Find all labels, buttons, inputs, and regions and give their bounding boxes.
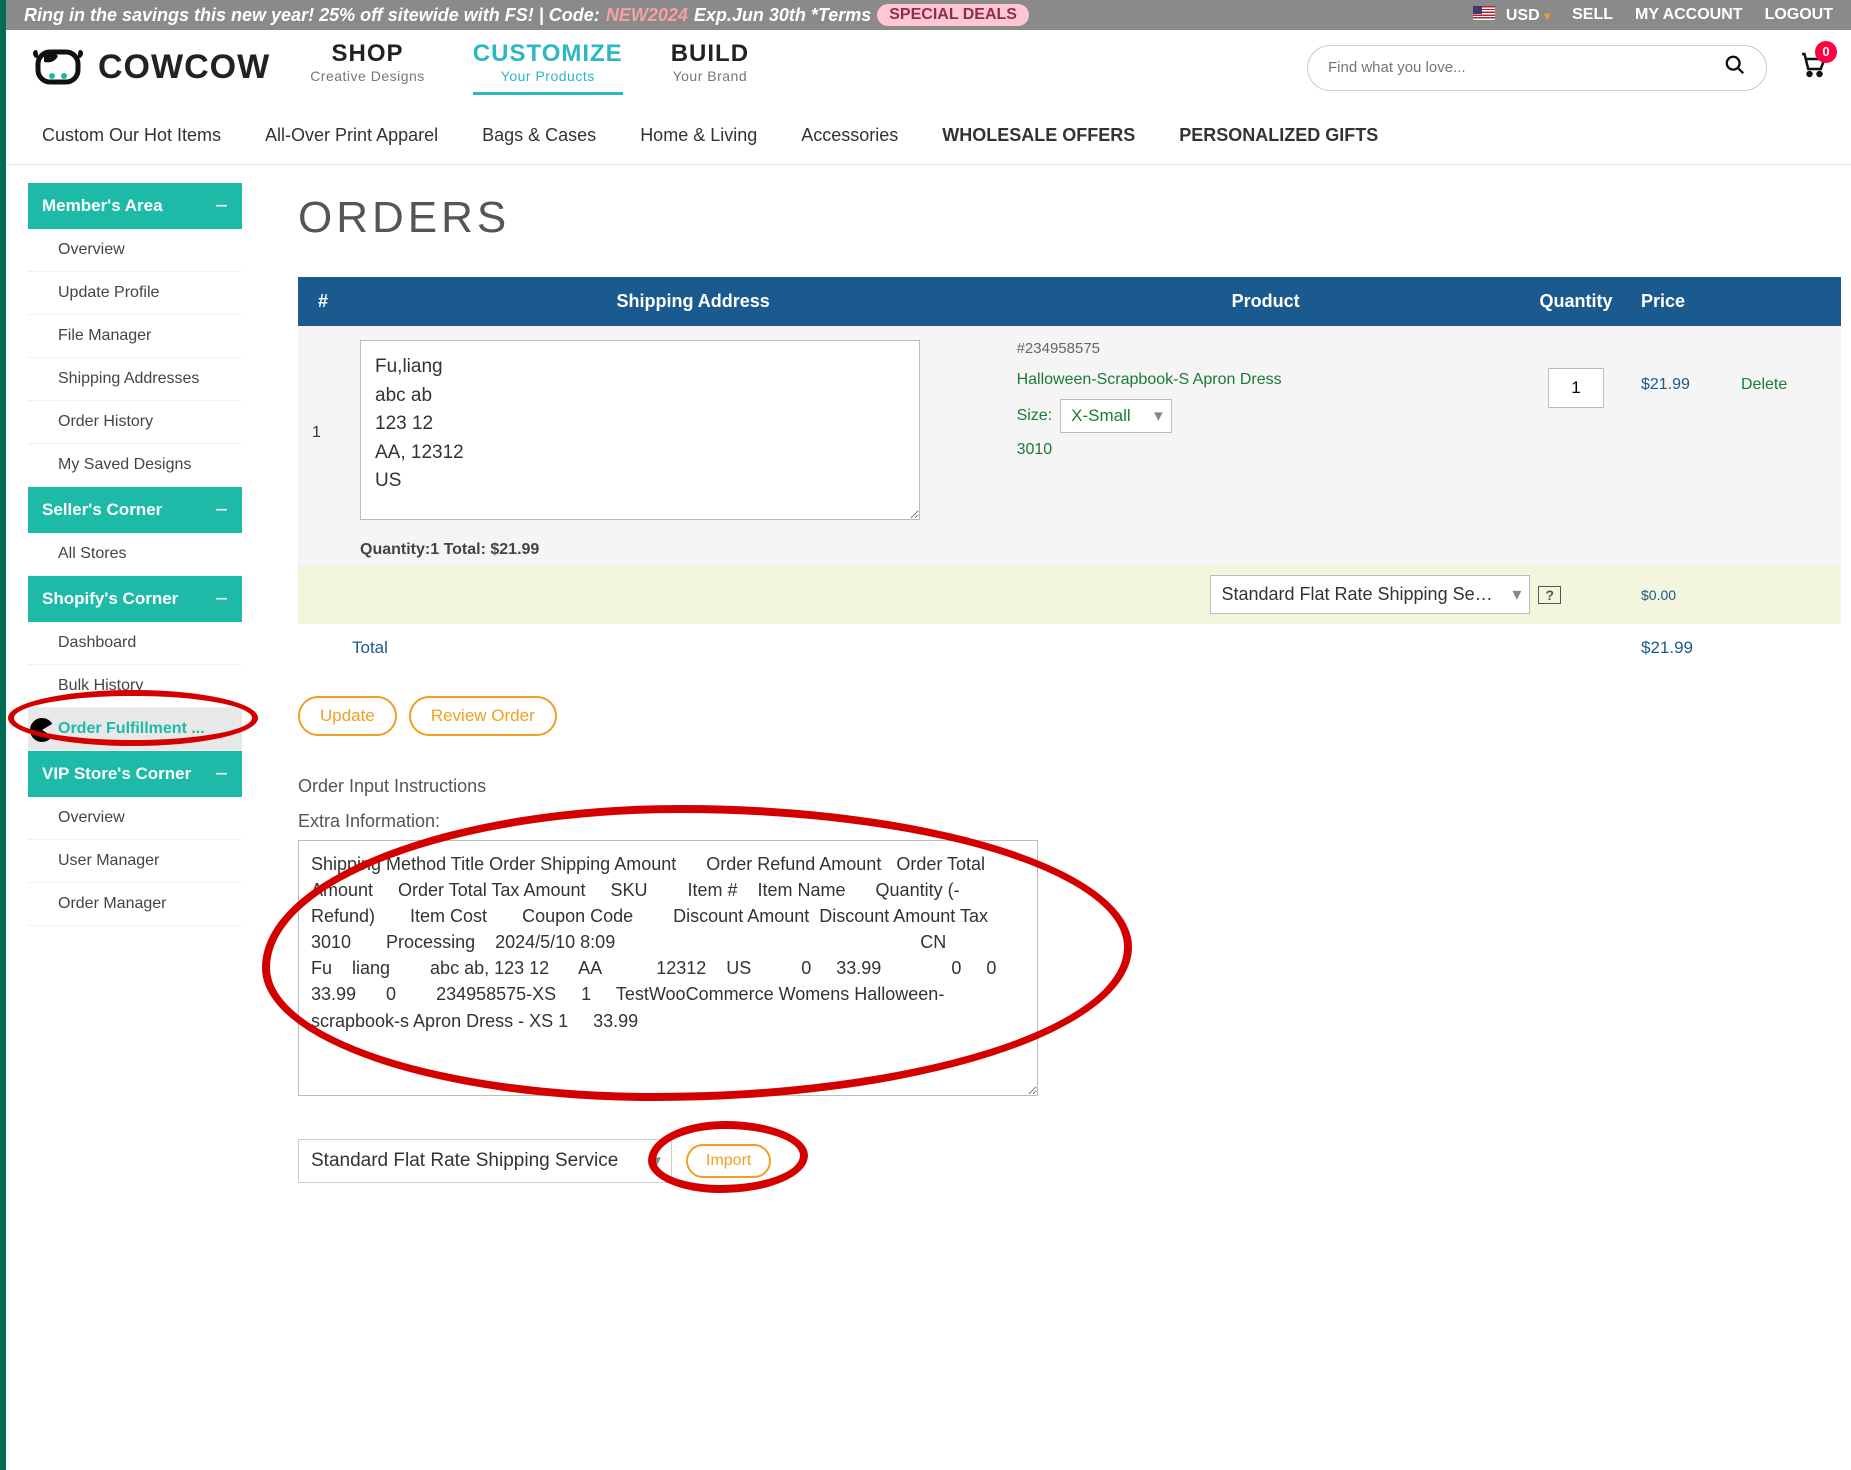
sidebar-item-vip-overview[interactable]: Overview: [28, 797, 242, 840]
promo-bar: Ring in the savings this new year! 25% o…: [6, 0, 1851, 30]
sidebar-item-all-stores[interactable]: All Stores: [28, 533, 242, 576]
sidebar-item-shipping-addresses[interactable]: Shipping Addresses: [28, 358, 242, 401]
cat-wholesale[interactable]: WHOLESALE OFFERS: [942, 125, 1135, 146]
table-row: 1 #234958575 Halloween-Scrapbook-S Apron…: [298, 326, 1841, 535]
cat-accessories[interactable]: Accessories: [801, 125, 898, 146]
sidebar-item-order-manager[interactable]: Order Manager: [28, 883, 242, 926]
row-summary: Quantity:1 Total: $21.99: [298, 535, 1841, 565]
special-deals-badge[interactable]: SPECIAL DEALS: [877, 4, 1029, 26]
review-order-button[interactable]: Review Order: [409, 696, 557, 736]
cow-logo-icon: [30, 46, 86, 90]
chevron-down-icon: ▾: [1544, 9, 1550, 23]
cat-apparel[interactable]: All-Over Print Apparel: [265, 125, 438, 146]
shipping-address-textarea[interactable]: [360, 340, 920, 520]
product-id: #234958575: [1017, 340, 1503, 357]
sidebar-members-header[interactable]: Member's Area−: [28, 183, 242, 229]
nav-shop[interactable]: SHOP Creative Designs: [310, 40, 425, 95]
promo-exp: Exp.Jun 30th *Terms: [694, 5, 871, 26]
shipping-price: $0.00: [1641, 587, 1741, 603]
sidebar-item-order-history[interactable]: Order History: [28, 401, 242, 444]
sidebar-item-update-profile[interactable]: Update Profile: [28, 272, 242, 315]
product-sku: 3010: [1017, 441, 1503, 459]
sidebar-vip-header[interactable]: VIP Store's Corner−: [28, 751, 242, 797]
us-flag-icon: [1473, 6, 1495, 20]
table-header: # Shipping Address Product Quantity Pric…: [298, 277, 1841, 326]
product-name[interactable]: Halloween-Scrapbook-S Apron Dress: [1017, 371, 1503, 389]
logo[interactable]: COWCOW: [30, 46, 270, 90]
size-label: Size:: [1017, 407, 1053, 425]
quantity-input[interactable]: [1548, 368, 1604, 408]
nav-build[interactable]: BUILD Your Brand: [671, 40, 749, 95]
update-button[interactable]: Update: [298, 696, 397, 736]
search-input[interactable]: [1328, 59, 1724, 76]
collapse-icon: −: [215, 193, 228, 219]
search-box[interactable]: [1307, 45, 1767, 91]
sidebar-seller-header[interactable]: Seller's Corner−: [28, 487, 242, 533]
collapse-icon: −: [215, 497, 228, 523]
cart-button[interactable]: 0: [1797, 49, 1827, 87]
size-select[interactable]: X-Small: [1060, 399, 1172, 433]
instructions-label: Order Input Instructions: [298, 776, 1841, 797]
category-nav: Custom Our Hot Items All-Over Print Appa…: [6, 95, 1851, 165]
page-title: ORDERS: [298, 193, 1841, 243]
collapse-icon: −: [215, 761, 228, 787]
cat-home[interactable]: Home & Living: [640, 125, 757, 146]
nav-customize[interactable]: CUSTOMIZE Your Products: [473, 40, 623, 95]
cart-count-badge: 0: [1815, 41, 1837, 63]
promo-code: NEW2024: [606, 5, 688, 26]
my-account-link[interactable]: MY ACCOUNT: [1635, 6, 1743, 24]
cat-hot-items[interactable]: Custom Our Hot Items: [42, 125, 221, 146]
import-button[interactable]: Import: [686, 1144, 771, 1178]
extra-info-textarea[interactable]: [298, 840, 1038, 1096]
total-row: Total $21.99: [298, 624, 1841, 672]
row-number: 1: [312, 424, 360, 442]
delete-link[interactable]: Delete: [1741, 340, 1821, 394]
cat-personalized[interactable]: PERSONALIZED GIFTS: [1179, 125, 1378, 146]
search-icon[interactable]: [1724, 54, 1746, 82]
shipping-row: Standard Flat Rate Shipping Service ? $0…: [298, 565, 1841, 624]
collapse-icon: −: [215, 586, 228, 612]
promo-text: Ring in the savings this new year! 25% o…: [24, 5, 600, 26]
shipping-method-select[interactable]: Standard Flat Rate Shipping Service: [1210, 575, 1530, 614]
sidebar-item-overview[interactable]: Overview: [28, 229, 242, 272]
import-shipping-select[interactable]: Standard Flat Rate Shipping Service: [298, 1139, 672, 1183]
pacman-icon: [30, 718, 54, 742]
cat-bags[interactable]: Bags & Cases: [482, 125, 596, 146]
extra-info-label: Extra Information:: [298, 811, 1841, 832]
sidebar-item-user-manager[interactable]: User Manager: [28, 840, 242, 883]
sidebar-item-saved-designs[interactable]: My Saved Designs: [28, 444, 242, 487]
currency-selector[interactable]: USD ▾: [1473, 6, 1550, 25]
row-price: $21.99: [1641, 340, 1741, 394]
sidebar-item-dashboard[interactable]: Dashboard: [28, 622, 242, 665]
help-icon[interactable]: ?: [1538, 586, 1561, 604]
logout-link[interactable]: LOGOUT: [1765, 6, 1833, 24]
sidebar-shopify-header[interactable]: Shopify's Corner−: [28, 576, 242, 622]
sidebar-item-order-fulfillment[interactable]: Order Fulfillment ...: [28, 708, 242, 751]
sell-link[interactable]: SELL: [1572, 6, 1613, 24]
sidebar-item-bulk-history[interactable]: Bulk History: [28, 665, 242, 708]
sidebar-item-file-manager[interactable]: File Manager: [28, 315, 242, 358]
